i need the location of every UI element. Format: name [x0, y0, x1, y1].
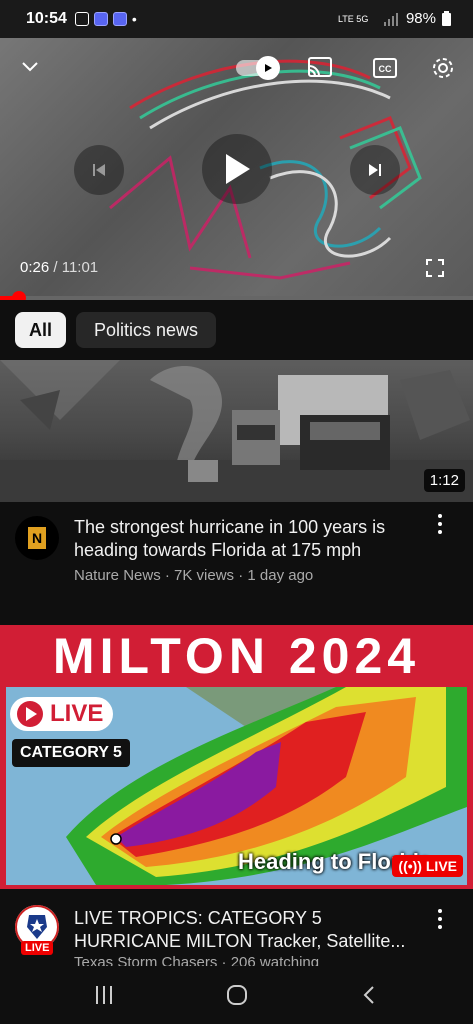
video-thumbnail-live[interactable]: MILTON 2024 LIVE CATEGORY 5 Heading to F… [0, 625, 473, 889]
playback-time: 0:26 / 11:01 [20, 259, 98, 276]
more-options-icon[interactable] [437, 514, 443, 538]
fullscreen-icon[interactable] [426, 259, 444, 277]
dot-icon: • [131, 11, 137, 27]
video-meta: Nature News · 7K views · 1 day ago [74, 567, 314, 584]
thumb-title: MILTON 2024 [52, 628, 421, 684]
video-player[interactable]: CC 0:26 / 11:01 [0, 38, 473, 300]
time-separator: / [49, 259, 62, 276]
status-right: LTE 5G 98% [338, 10, 451, 27]
autoplay-toggle[interactable] [236, 56, 282, 80]
play-icon [226, 154, 250, 184]
play-circle-icon [17, 701, 43, 727]
channel-avatar[interactable]: N [15, 516, 59, 560]
system-nav-bar [0, 966, 473, 1024]
notification-icons: • [74, 11, 137, 27]
video-title[interactable]: The strongest hurricane in 100 years is … [74, 516, 414, 562]
live-badge-label: LIVE [50, 700, 104, 727]
broadcast-icon: ((•)) [398, 858, 426, 874]
signal-icon [383, 12, 398, 26]
back-icon[interactable] [362, 985, 376, 1005]
live-badge: LIVE [10, 697, 114, 731]
skip-next-icon [369, 164, 381, 176]
live-small-label: LIVE [425, 858, 457, 874]
category-badge: CATEGORY 5 [12, 739, 130, 767]
duration-badge: 1:12 [423, 469, 465, 492]
video-card-meta-live[interactable]: LIVE LIVE TROPICS: CATEGORY 5 HURRICANE … [0, 889, 473, 966]
battery-percent: 98% [405, 10, 436, 27]
battery-icon [442, 11, 451, 26]
previous-button[interactable] [74, 145, 124, 195]
channel-avatar-live[interactable]: LIVE [15, 905, 59, 955]
video-title-live[interactable]: LIVE TROPICS: CATEGORY 5 HURRICANE MILTO… [74, 907, 414, 953]
current-time: 0:26 [20, 259, 50, 276]
5g-icon: LTE 5G [337, 13, 369, 24]
image-icon [74, 12, 89, 26]
play-small-icon [265, 64, 272, 72]
video-meta-live: Texas Storm Chasers · 206 watching [74, 954, 320, 966]
next-button[interactable] [350, 145, 400, 195]
status-bar: 10:54 • LTE 5G 98% [0, 0, 473, 38]
settings-gear-icon[interactable] [430, 55, 456, 81]
total-duration: 11:01 [61, 259, 99, 276]
channel-logo-letter: N [28, 527, 46, 549]
home-icon[interactable] [226, 985, 248, 1005]
chip-all[interactable]: All [15, 312, 66, 348]
filter-chips: All Politics news [0, 300, 473, 360]
qr-icon [93, 12, 108, 26]
more-options-icon[interactable] [437, 909, 443, 933]
avatar-live-badge: LIVE [21, 941, 54, 955]
recent-apps-icon[interactable] [94, 986, 114, 1004]
hurricane-trucks-image [0, 360, 473, 502]
collapse-chevron-icon[interactable] [20, 56, 40, 76]
captions-icon[interactable]: CC [372, 56, 398, 80]
video-card-meta[interactable]: N The strongest hurricane in 100 years i… [0, 502, 473, 622]
chip-politics-news[interactable]: Politics news [76, 312, 216, 348]
svg-text:CC: CC [379, 64, 392, 74]
cast-icon[interactable] [306, 56, 334, 80]
video-thumbnail[interactable]: 1:12 [0, 360, 473, 502]
status-time: 10:54 [26, 10, 67, 27]
skip-previous-icon [93, 164, 105, 176]
hurricane-map: LIVE CATEGORY 5 Heading to Florida ((•))… [6, 687, 467, 885]
live-small-badge: ((•)) LIVE [392, 855, 463, 877]
qr-icon [112, 12, 127, 26]
play-button[interactable] [202, 134, 272, 204]
